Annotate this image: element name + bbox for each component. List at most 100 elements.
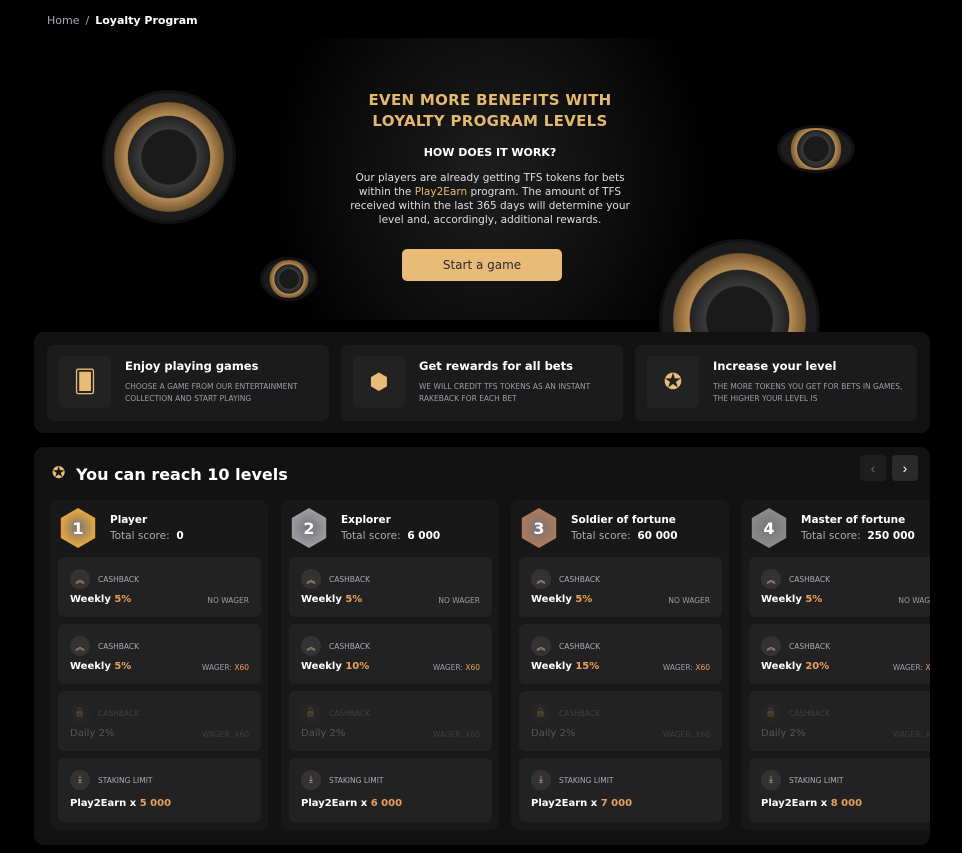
benefit-label: CASHBACK <box>329 642 371 651</box>
staking-row: ⤓ STAKING LIMIT Play2Earn x 7 000 <box>519 758 722 822</box>
title-line: EVEN MORE BENEFITS WITH <box>368 91 612 109</box>
benefit-row: ︽ CASHBACK Weekly 5% NO WAGER <box>58 557 261 617</box>
benefit-label: CASHBACK <box>329 709 371 718</box>
casino-chip-image <box>263 260 315 298</box>
wager-value: X60 <box>234 663 249 672</box>
benefit-label: CASHBACK <box>98 709 140 718</box>
feature-desc: THE MORE TOKENS YOU GET FOR BETS IN GAME… <box>713 382 903 403</box>
benefit-row-locked: 🔒 CASHBACK Daily 2% WAGER: X60 <box>519 691 722 751</box>
level-score: Total score: 6 000 <box>341 530 440 542</box>
level-card: 1 Player Total score: 0 ︽ CASHBACK Weekl… <box>50 500 268 830</box>
casino-chip-image <box>105 93 233 221</box>
level-name: Soldier of fortune <box>571 514 676 526</box>
level-name: Master of fortune <box>801 514 906 526</box>
level-name: Player <box>110 514 148 526</box>
benefit-row-locked: 🔒 CASHBACK Daily 2% WAGER: X60 <box>58 691 261 751</box>
casino-chip-image <box>780 128 852 170</box>
level-card: 2 Explorer Total score: 6 000 ︽ CASHBACK… <box>281 500 499 830</box>
benefit-row: ︽ CASHBACK Weekly 5% NO WAGER <box>749 557 930 617</box>
wager: NO WAGER <box>898 596 930 605</box>
staking-row: ⤓ STAKING LIMIT Play2Earn x 8 000 <box>749 758 930 822</box>
medal-icon: ✪ <box>52 463 66 482</box>
benefit-row: ︽ CASHBACK Weekly 5% WAGER: X60 <box>58 624 261 684</box>
percent: 20% <box>805 661 830 672</box>
cards-icon: 🂠 <box>59 356 111 408</box>
lock-icon: 🔒 <box>761 703 781 723</box>
chevrons-up-icon: ︽ <box>761 636 781 656</box>
chevrons-up-icon: ︽ <box>70 569 90 589</box>
period: Weekly <box>531 594 572 605</box>
chevrons-up-icon: ︽ <box>761 569 781 589</box>
benefit-row: ︽ CASHBACK Weekly 10% WAGER: X60 <box>289 624 492 684</box>
level-card: 4 Master of fortune Total score: 250 000… <box>741 500 930 830</box>
lock-icon: 🔒 <box>531 703 551 723</box>
wager: WAGER: X60 <box>433 663 480 672</box>
wager-label: WAGER: <box>201 663 232 672</box>
staking-value: Play2Earn x 5 000 <box>70 798 171 809</box>
benefit-value: Daily 2% <box>70 728 115 739</box>
period: Weekly <box>761 661 802 672</box>
benefit-label: STAKING LIMIT <box>98 776 153 785</box>
percent: 5% <box>345 594 363 605</box>
feature-title: Get rewards for all bets <box>419 359 573 373</box>
benefit-label: CASHBACK <box>559 642 601 651</box>
feature-card: ✪ Increase your level THE MORE TOKENS YO… <box>635 345 917 421</box>
staking-amount: 8 000 <box>830 798 863 809</box>
wager-label: WAGER: <box>662 663 693 672</box>
staking-amount: 5 000 <box>139 798 172 809</box>
hero-description: Our players are already getting TFS toke… <box>340 171 640 227</box>
wager-value: X60 <box>465 663 480 672</box>
feature-desc: CHOOSE A GAME FROM OUR ENTERTAINMENT COL… <box>125 382 298 403</box>
features-panel: 🂠 Enjoy playing games CHOOSE A GAME FROM… <box>34 332 930 433</box>
feature-card: 🂠 Enjoy playing games CHOOSE A GAME FROM… <box>47 345 329 421</box>
benefit-label: CASHBACK <box>789 709 831 718</box>
breadcrumb-home[interactable]: Home <box>47 14 79 27</box>
benefit-label: CASHBACK <box>98 575 140 584</box>
benefit-value: Weekly 5% <box>531 594 592 605</box>
wager: NO WAGER <box>207 596 249 605</box>
benefit-value: Weekly 5% <box>301 594 362 605</box>
benefit-label: CASHBACK <box>789 642 831 651</box>
level-badge-icon: 3 <box>521 508 557 548</box>
score-label: Total score: <box>571 530 631 542</box>
staking-prefix: Play2Earn x <box>70 798 137 809</box>
wager: WAGER: X60 <box>892 730 930 739</box>
staking-row: ⤓ STAKING LIMIT Play2Earn x 5 000 <box>58 758 261 822</box>
benefit-value: Weekly 10% <box>301 661 369 672</box>
benefit-row-locked: 🔒 CASHBACK Daily 2% WAGER: X60 <box>749 691 930 751</box>
hero-subtitle: HOW DOES IT WORK? <box>423 146 557 159</box>
score-value: 250 000 <box>867 530 915 542</box>
benefit-label: CASHBACK <box>98 642 140 651</box>
level-badge-icon: 2 <box>291 508 327 548</box>
wager: WAGER: X60 <box>201 730 249 739</box>
lock-icon: 🔒 <box>70 703 90 723</box>
benefit-value: Weekly 15% <box>531 661 599 672</box>
play2earn-link[interactable]: Play2Earn <box>415 186 467 198</box>
start-game-button[interactable]: Start a game <box>402 249 562 281</box>
levels-title: You can reach 10 levels <box>76 465 288 484</box>
benefit-row: ︽ CASHBACK Weekly 5% NO WAGER <box>289 557 492 617</box>
next-button[interactable]: › <box>892 455 918 481</box>
staking-amount: 6 000 <box>370 798 403 809</box>
score-label: Total score: <box>110 530 170 542</box>
percent: 10% <box>345 661 370 672</box>
period: Weekly <box>761 594 802 605</box>
benefit-label: STAKING LIMIT <box>789 776 844 785</box>
percent: 5% <box>114 594 132 605</box>
wager: WAGER: X60 <box>662 730 710 739</box>
score-value: 6 000 <box>407 530 441 542</box>
staking-value: Play2Earn x 8 000 <box>761 798 862 809</box>
benefit-value: Daily 2% <box>531 728 576 739</box>
wager: WAGER: X60 <box>202 663 249 672</box>
prev-button[interactable]: ‹ <box>860 455 886 481</box>
staking-amount: 7 000 <box>600 798 633 809</box>
wager-label: WAGER: <box>432 663 463 672</box>
download-icon: ⤓ <box>531 770 551 790</box>
period: Weekly <box>301 594 342 605</box>
percent: 5% <box>805 594 823 605</box>
wager: NO WAGER <box>668 596 710 605</box>
period: Weekly <box>70 661 111 672</box>
staking-prefix: Play2Earn x <box>301 798 368 809</box>
hero-title: EVEN MORE BENEFITS WITH LOYALTY PROGRAM L… <box>330 90 650 132</box>
breadcrumb: Home / Loyalty Program <box>47 14 198 27</box>
